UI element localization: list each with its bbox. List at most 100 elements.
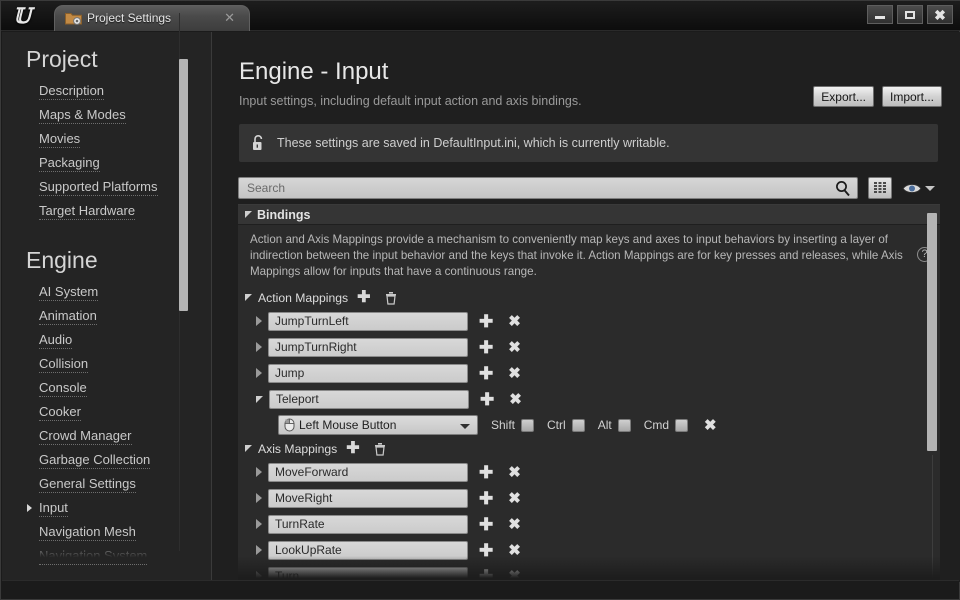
expand-triangle-icon[interactable] xyxy=(256,368,262,378)
sidebar-item-label: Movies xyxy=(39,131,81,148)
action-mapping-name-input[interactable]: Teleport xyxy=(269,389,469,409)
delete-all-axis-mappings-button[interactable] xyxy=(374,442,386,456)
selected-arrow-icon xyxy=(27,504,32,512)
add-key-button[interactable]: ✚ xyxy=(479,464,493,481)
key-select-dropdown[interactable]: Left Mouse Button xyxy=(278,415,478,435)
search-input[interactable]: Search xyxy=(238,177,858,199)
sidebar-item-label: Navigation System xyxy=(39,548,148,565)
modifier-checkbox-shift[interactable] xyxy=(521,418,535,432)
unlocked-padlock-icon xyxy=(253,135,263,150)
sidebar-item-label: Audio xyxy=(39,332,73,349)
group-action-mappings[interactable]: Action Mappings ✚ xyxy=(238,287,940,308)
mouse-icon xyxy=(284,418,295,432)
panel-scrollbar-track[interactable] xyxy=(932,455,933,580)
chevron-down-icon xyxy=(460,424,470,429)
columns-view-button[interactable] xyxy=(868,177,892,199)
bindings-panel: Bindings Action and Axis Mappings provid… xyxy=(238,204,940,582)
expand-triangle-icon[interactable] xyxy=(256,316,262,326)
table-row[interactable]: Teleport ✚ ✖ xyxy=(238,386,940,412)
close-button[interactable]: ✖ xyxy=(927,5,953,24)
modifier-label-ctrl: Ctrl xyxy=(547,418,566,432)
modifier-checkbox-alt[interactable] xyxy=(617,418,631,432)
window-controls: ✖ xyxy=(867,5,953,24)
tab-project-settings[interactable]: Project Settings ✕ xyxy=(54,5,250,31)
minimize-button[interactable] xyxy=(867,5,893,24)
remove-key-binding-button[interactable]: ✖ xyxy=(704,418,717,433)
table-row[interactable]: JumpTurnLeft ✚ ✖ xyxy=(238,308,940,334)
table-row[interactable]: Jump ✚ ✖ xyxy=(238,360,940,386)
chevron-down-icon xyxy=(925,185,935,191)
add-axis-mapping-button[interactable]: ✚ xyxy=(346,440,359,456)
visibility-options-button[interactable] xyxy=(902,177,938,199)
remove-mapping-button[interactable]: ✖ xyxy=(508,465,521,480)
tab-label: Project Settings xyxy=(87,11,172,25)
add-key-button[interactable]: ✚ xyxy=(479,339,493,356)
panel-scrollbar-thumb[interactable] xyxy=(927,213,937,451)
sidebar-item-label: Target Hardware xyxy=(39,203,136,220)
table-row[interactable]: TurnRate ✚ ✖ xyxy=(238,511,940,537)
group-axis-mappings[interactable]: Axis Mappings ✚ xyxy=(238,438,940,459)
unreal-engine-logo-icon: 𝕌 xyxy=(12,3,32,28)
eye-icon xyxy=(902,183,922,193)
sidebar-item-label: Animation xyxy=(39,308,97,325)
title-bar: 𝕌 Project Settings ✕ ✖ xyxy=(1,1,960,31)
sidebar-item-label: Packaging xyxy=(39,155,100,172)
axis-mapping-name-input[interactable]: TurnRate xyxy=(268,514,468,534)
tab-close-icon[interactable]: ✕ xyxy=(224,10,235,26)
settings-main-panel: Engine - Input Input settings, including… xyxy=(212,32,960,582)
add-key-button[interactable]: ✚ xyxy=(479,313,493,330)
expand-triangle-icon xyxy=(245,211,252,218)
action-mapping-name-input[interactable]: JumpTurnRight xyxy=(268,337,468,357)
table-row[interactable]: JumpTurnRight ✚ ✖ xyxy=(238,334,940,360)
group-name: Action Mappings xyxy=(258,290,349,305)
table-row[interactable]: LookUpRate ✚ ✖ xyxy=(238,537,940,563)
remove-mapping-button[interactable]: ✖ xyxy=(508,517,521,532)
remove-mapping-button[interactable]: ✖ xyxy=(508,491,521,506)
expand-triangle-icon[interactable] xyxy=(256,342,262,352)
modifier-checkbox-ctrl[interactable] xyxy=(571,418,585,432)
remove-mapping-button[interactable]: ✖ xyxy=(508,340,521,355)
sidebar-item-label: AI System xyxy=(39,284,99,301)
expand-triangle-icon[interactable] xyxy=(256,519,262,529)
sidebar-item-label: General Settings xyxy=(39,476,136,493)
add-key-button[interactable]: ✚ xyxy=(479,542,493,559)
export-button[interactable]: Export... xyxy=(813,86,874,107)
table-row[interactable]: MoveRight ✚ ✖ xyxy=(238,485,940,511)
axis-mapping-name-input[interactable]: LookUpRate xyxy=(268,540,468,560)
table-row[interactable]: MoveForward ✚ ✖ xyxy=(238,459,940,485)
add-key-button[interactable]: ✚ xyxy=(479,516,493,533)
add-key-button[interactable]: ✚ xyxy=(480,391,494,408)
remove-mapping-button[interactable]: ✖ xyxy=(508,366,521,381)
axis-mapping-name-input[interactable]: MoveForward xyxy=(268,462,468,482)
expand-triangle-icon[interactable] xyxy=(256,545,262,555)
page-subtitle: Input settings, including default input … xyxy=(239,94,582,108)
action-mapping-name-input[interactable]: JumpTurnLeft xyxy=(268,311,468,331)
sidebar-item-label: Cooker xyxy=(39,404,81,421)
sidebar-item-label: Maps & Modes xyxy=(39,107,126,124)
expand-triangle-icon xyxy=(245,294,252,301)
remove-mapping-button[interactable]: ✖ xyxy=(508,543,521,558)
category-description: Action and Axis Mappings provide a mecha… xyxy=(238,225,940,287)
key-binding-row: Left Mouse Button Shift Ctrl Alt Cmd ✖ xyxy=(238,412,940,438)
add-key-button[interactable]: ✚ xyxy=(479,490,493,507)
add-action-mapping-button[interactable]: ✚ xyxy=(357,289,370,305)
sidebar-scrollbar-thumb[interactable] xyxy=(179,59,188,311)
settings-writable-infobar: These settings are saved in DefaultInput… xyxy=(239,124,938,162)
sidebar-item-label: Description xyxy=(39,83,105,100)
action-mapping-name-input[interactable]: Jump xyxy=(268,363,468,383)
search-placeholder: Search xyxy=(247,181,286,195)
folder-gear-icon xyxy=(65,13,82,25)
expand-triangle-icon[interactable] xyxy=(256,395,263,403)
category-header-bindings[interactable]: Bindings xyxy=(238,205,940,225)
modifier-checkbox-cmd[interactable] xyxy=(675,418,689,432)
axis-mapping-name-input[interactable]: MoveRight xyxy=(268,488,468,508)
maximize-button[interactable] xyxy=(897,5,923,24)
magnifier-icon xyxy=(836,181,850,197)
import-button[interactable]: Import... xyxy=(881,86,942,107)
remove-mapping-button[interactable]: ✖ xyxy=(508,314,521,329)
add-key-button[interactable]: ✚ xyxy=(479,365,493,382)
delete-all-action-mappings-button[interactable] xyxy=(385,291,397,305)
expand-triangle-icon[interactable] xyxy=(256,467,262,477)
expand-triangle-icon[interactable] xyxy=(256,493,262,503)
remove-mapping-button[interactable]: ✖ xyxy=(509,392,522,407)
